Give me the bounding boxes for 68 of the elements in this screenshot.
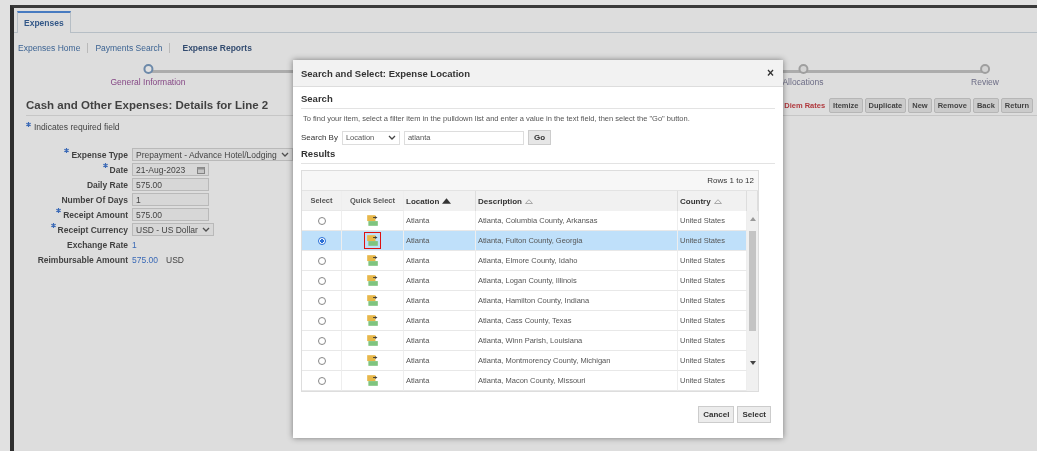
required-icon (26, 122, 31, 127)
search-by-label: Search By (301, 133, 338, 142)
quick-select-icon[interactable] (364, 212, 381, 229)
column-header[interactable]: Location (404, 191, 476, 211)
required-icon (64, 148, 70, 153)
chevron-down-icon (280, 152, 289, 157)
scroll-down-icon[interactable] (750, 361, 756, 365)
required-note: Indicates required field (34, 122, 120, 132)
train-step-label: Review (971, 77, 999, 87)
quick-select-icon[interactable] (364, 312, 381, 329)
section-heading: Results (301, 148, 775, 164)
field-value: 1 (132, 239, 137, 250)
radio-button[interactable] (317, 316, 326, 325)
required-icon (56, 208, 62, 213)
close-button[interactable]: × (767, 66, 774, 80)
page-title: Cash and Other Expenses: Details for Line 2 (26, 99, 269, 111)
required-icon (102, 163, 108, 168)
dialog-title: Search and Select: Expense Location (301, 67, 470, 79)
nav-link[interactable]: Expenses Home (18, 43, 89, 53)
field-label: Daily Rate (86, 179, 128, 190)
required-icon (50, 223, 56, 228)
field-label: Date (109, 164, 128, 175)
radio-button[interactable] (317, 216, 326, 225)
nav-link[interactable]: Payments Search (88, 43, 171, 53)
expenses-tab[interactable]: Expenses (17, 11, 71, 33)
calendar-icon[interactable] (197, 165, 205, 174)
radio-button[interactable] (317, 276, 326, 285)
field-label: Receipt Amount (63, 209, 128, 220)
column-header[interactable]: Description (476, 191, 678, 211)
train-step-label: General Information (110, 77, 186, 87)
chevron-down-icon (387, 135, 396, 140)
go-button[interactable]: Go (527, 130, 551, 145)
date-field[interactable]: 21-Aug-2023 (132, 163, 209, 176)
radio-button[interactable] (317, 296, 326, 305)
dropdown-field[interactable]: Prepayment - Advance Hotel/Lodging (132, 148, 293, 161)
radio-button[interactable] (317, 356, 326, 365)
field-label: Receipt Currency (57, 224, 128, 235)
quick-select-icon[interactable] (364, 252, 381, 269)
radio-button[interactable] (317, 236, 326, 245)
quick-select-icon[interactable] (364, 332, 381, 349)
chevron-down-icon (201, 227, 210, 232)
field-label: Exchange Rate (67, 239, 128, 250)
dropdown-field[interactable]: USD - US Dollar (132, 223, 214, 236)
rows-range: Rows 1 to 12 (707, 176, 754, 185)
nav-link[interactable]: Expense Reports (170, 43, 259, 53)
quick-select-icon[interactable] (364, 352, 381, 369)
dialog-button[interactable]: Select (737, 406, 771, 423)
input-field[interactable]: 1 (132, 193, 209, 206)
field-label: Expense Type (71, 149, 128, 160)
radio-button[interactable] (317, 256, 326, 265)
field-value: 575.00 (132, 254, 158, 265)
input-field[interactable]: 575.00 (132, 208, 209, 221)
train-step-label: Allocations (782, 77, 824, 87)
quick-select-icon[interactable] (364, 232, 381, 249)
currency-code: USD (166, 254, 184, 265)
section-heading: Search (301, 93, 775, 109)
scrollbar-thumb[interactable] (749, 231, 756, 331)
quick-select-icon[interactable] (364, 272, 381, 289)
radio-button[interactable] (317, 376, 326, 385)
field-label: Reimbursable Amount (37, 254, 128, 265)
input-field[interactable]: 575.00 (132, 178, 209, 191)
quick-select-icon[interactable] (364, 372, 381, 389)
column-header[interactable]: Country (678, 191, 747, 211)
quick-select-icon[interactable] (364, 292, 381, 309)
scroll-up-icon[interactable] (750, 217, 756, 221)
field-label: Number Of Days (61, 194, 128, 205)
dialog-button[interactable]: Cancel (698, 406, 735, 423)
radio-button[interactable] (317, 336, 326, 345)
